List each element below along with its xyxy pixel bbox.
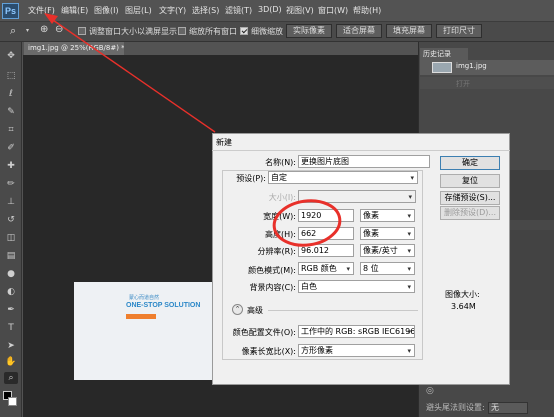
annotation-overlay <box>44 13 342 247</box>
annotation-arrow-line <box>49 17 216 133</box>
annotation-circle <box>272 199 342 247</box>
